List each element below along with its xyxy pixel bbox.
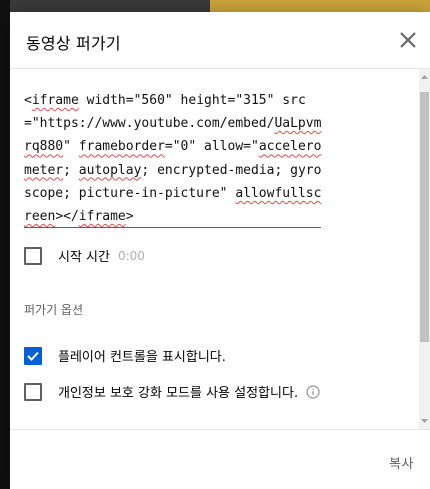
- start-time-label: 시작 시간: [58, 250, 110, 265]
- embed-code-token: ></: [55, 209, 79, 225]
- embed-code-token-flagged: iframe: [31, 93, 79, 108]
- start-time-checkbox[interactable]: [24, 246, 42, 265]
- close-icon: [400, 32, 416, 48]
- copy-button[interactable]: 복사: [389, 453, 414, 472]
- privacy-mode-checkbox[interactable]: [24, 382, 42, 401]
- embed-code-token: <: [24, 93, 32, 108]
- embed-code-token: ;: [63, 162, 79, 178]
- dialog-title: 동영상 퍼가기: [26, 34, 121, 53]
- check-icon: [27, 351, 39, 361]
- embed-code-token-flagged: autoplay: [78, 162, 142, 178]
- privacy-mode-label: 개인정보 보호 강화 모드를 사용 설정합니다.: [58, 386, 299, 401]
- embed-code-token: >: [125, 209, 134, 225]
- embed-dialog: 동영상 퍼가기 <iframe width="560" height="315"…: [10, 12, 430, 489]
- show-controls-checkbox[interactable]: [24, 346, 42, 365]
- close-button[interactable]: [394, 26, 422, 54]
- option-privacy-mode[interactable]: 개인정보 보호 강화 모드를 사용 설정합니다.: [24, 382, 320, 401]
- dialog-content: <iframe width="560" height="315" src="ht…: [10, 69, 430, 429]
- embed-options-title: 퍼가기 옵션: [24, 303, 84, 317]
- dialog-header: 동영상 퍼가기: [10, 12, 430, 68]
- embed-code-token-flagged: frameborder: [78, 139, 165, 155]
- start-time-row: 시작 시간 0:00: [24, 246, 145, 265]
- footer-divider: [10, 429, 430, 430]
- scrollbar-thumb[interactable]: [420, 92, 429, 342]
- info-icon[interactable]: [306, 384, 320, 399]
- background-thumbnail: [210, 0, 430, 12]
- embed-code-underline: [24, 227, 321, 228]
- scroll-up-arrow-icon[interactable]: [420, 72, 429, 82]
- show-controls-label: 플레이어 컨트롤을 표시합니다.: [58, 350, 226, 365]
- background-thumbnail: [0, 0, 10, 489]
- embed-code-token: ": [63, 139, 79, 155]
- embed-code-textarea[interactable]: <iframe width="560" height="315" src="ht…: [24, 89, 324, 228]
- start-time-input[interactable]: 0:00: [118, 249, 145, 263]
- embed-code-token-flagged: iframe: [78, 209, 126, 225]
- scroll-down-arrow-icon[interactable]: [420, 416, 429, 426]
- embed-code-token: ="0" allow=": [164, 139, 259, 155]
- option-show-controls[interactable]: 플레이어 컨트롤을 표시합니다.: [24, 346, 226, 365]
